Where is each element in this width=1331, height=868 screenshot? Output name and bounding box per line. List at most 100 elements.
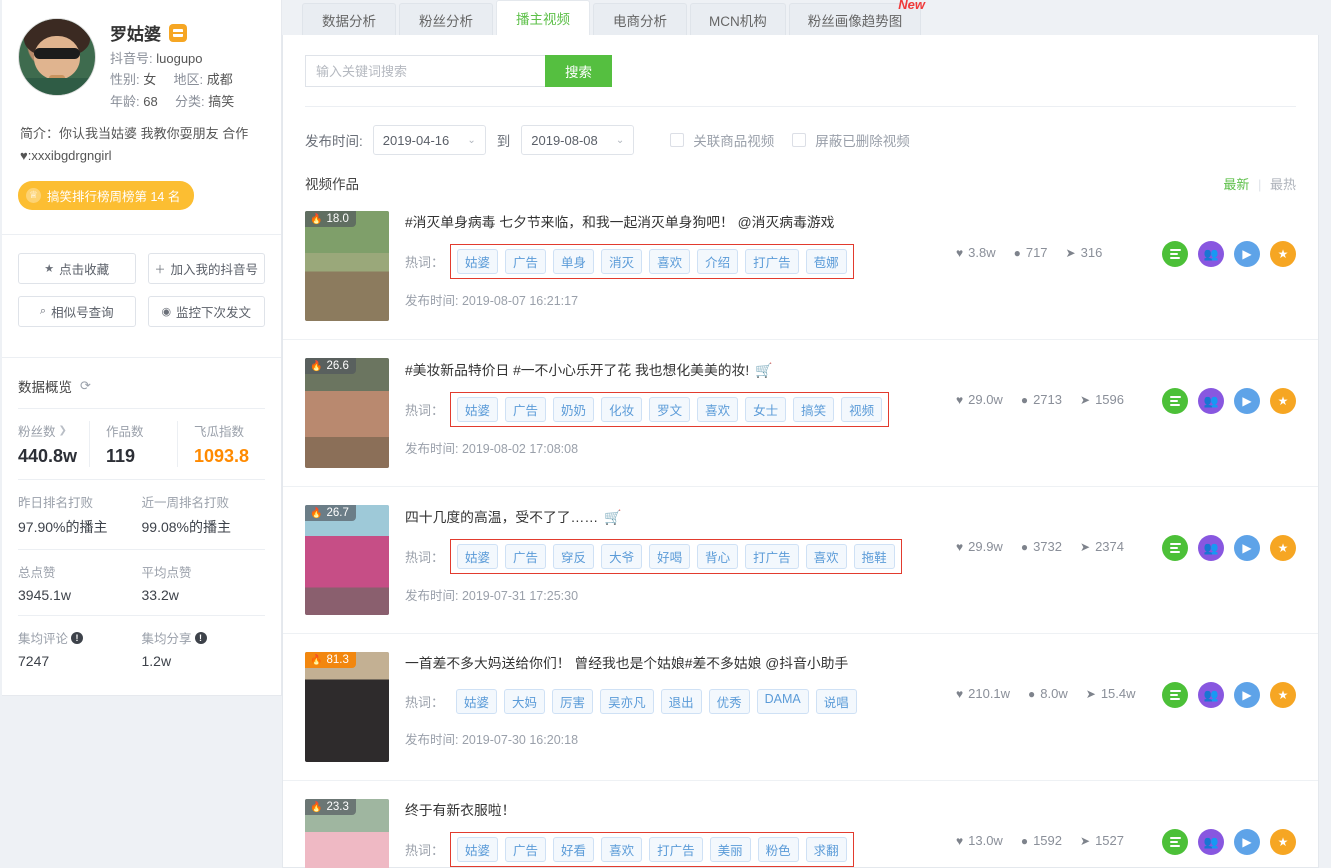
keyword-tag[interactable]: 奶奶 xyxy=(553,396,595,422)
keyword-tag[interactable]: 单身 xyxy=(553,248,595,274)
keyword-tag[interactable]: 喜欢 xyxy=(649,248,691,274)
keyword-tag[interactable]: 背心 xyxy=(697,543,739,569)
stat-total-likes-value: 3945.1w xyxy=(18,587,71,604)
keyword-line: 热词： 姑婆 广告 单身 消灭 喜欢 介绍 打广告 苞娜 xyxy=(405,243,956,279)
video-title[interactable]: 四十几度的高温，受不了了…… 🛒 xyxy=(405,507,956,529)
keyword-tag[interactable]: 优秀 xyxy=(708,688,750,714)
keyword-tag[interactable]: 喜欢 xyxy=(601,836,643,862)
info-icon[interactable]: ! xyxy=(71,631,84,644)
keyword-tag[interactable]: 厉害 xyxy=(552,688,594,714)
similar-account-button[interactable]: ⌕ 相似号查询 xyxy=(18,296,136,328)
fans-icon[interactable]: 👥 xyxy=(1198,535,1224,561)
keyword-tag[interactable]: 姑婆 xyxy=(457,396,499,422)
play-icon[interactable]: ▶ xyxy=(1234,829,1260,855)
keyword-tag[interactable]: 打广告 xyxy=(745,248,799,274)
tab-data-analysis[interactable]: 数据分析 xyxy=(302,3,396,35)
keyword-tag[interactable]: 喜欢 xyxy=(805,543,847,569)
transcript-icon[interactable] xyxy=(1162,388,1188,414)
search-input[interactable] xyxy=(305,55,545,87)
search-button[interactable]: 搜索 xyxy=(545,55,612,87)
play-icon[interactable]: ▶ xyxy=(1234,682,1260,708)
video-title[interactable]: #消灭单身病毒 七夕节来临，和我一起消灭单身狗吧！ @消灭病毒游戏 xyxy=(405,213,956,234)
checkbox-linked-product-videos[interactable]: 关联商品视频 xyxy=(670,130,774,150)
favorite-icon[interactable]: ★ xyxy=(1270,535,1296,561)
video-title[interactable]: 终于有新衣服啦！ xyxy=(405,801,956,822)
transcript-icon[interactable] xyxy=(1162,682,1188,708)
keyword-tag[interactable]: 视频 xyxy=(841,396,883,422)
video-thumbnail[interactable]: 🔥 23.3 xyxy=(305,799,389,868)
stat-fans[interactable]: 粉丝数 ❯ 440.8w xyxy=(18,421,89,467)
keyword-tag[interactable]: 打广告 xyxy=(649,836,703,862)
keyword-tag[interactable]: 广告 xyxy=(505,248,547,274)
video-thumbnail[interactable]: 🔥 18.0 xyxy=(305,211,389,321)
keyword-tag[interactable]: 姑婆 xyxy=(457,248,499,274)
date-to-dropdown[interactable]: 2019-08-08 ⌄ xyxy=(521,125,635,155)
region-label: 地区: xyxy=(173,72,204,88)
play-icon[interactable]: ▶ xyxy=(1234,535,1260,561)
keyword-tag[interactable]: 搞笑 xyxy=(793,396,835,422)
keyword-tag[interactable]: 说唱 xyxy=(815,688,857,714)
video-thumbnail[interactable]: 🔥 26.6 xyxy=(305,358,389,468)
checkbox-box[interactable] xyxy=(792,133,807,147)
favorite-icon[interactable]: ★ xyxy=(1270,682,1296,708)
keyword-tag[interactable]: 广告 xyxy=(505,836,547,862)
collect-button[interactable]: ★ 点击收藏 xyxy=(18,253,136,285)
keyword-tag[interactable]: 广告 xyxy=(505,543,547,569)
keyword-tag[interactable]: 苞娜 xyxy=(805,248,847,274)
keyword-tag[interactable]: 姑婆 xyxy=(456,688,498,714)
keyword-tag[interactable]: 姑婆 xyxy=(457,836,499,862)
checkbox-box[interactable] xyxy=(670,133,685,147)
keyword-tag[interactable]: 大爷 xyxy=(601,543,643,569)
shopping-cart-icon[interactable]: 🛒 xyxy=(755,362,772,378)
video-thumbnail[interactable]: 🔥 26.7 xyxy=(305,505,389,615)
date-from-dropdown[interactable]: 2019-04-16 ⌄ xyxy=(372,125,486,155)
keyword-tag[interactable]: 姑婆 xyxy=(457,543,499,569)
monitor-post-button[interactable]: ◉ 监控下次发文 xyxy=(147,296,265,328)
refresh-icon[interactable]: ⟳ xyxy=(80,378,91,394)
tab-fans-analysis[interactable]: 粉丝分析 xyxy=(399,3,493,35)
keyword-tag[interactable]: 好看 xyxy=(553,836,595,862)
sort-hottest[interactable]: 最热 xyxy=(1270,177,1296,192)
keyword-tag[interactable]: 打广告 xyxy=(745,543,799,569)
fans-icon[interactable]: 👥 xyxy=(1198,829,1224,855)
tab-mcn[interactable]: MCN机构 xyxy=(690,3,786,35)
keyword-tag[interactable]: 好喝 xyxy=(649,543,691,569)
tab-ecommerce-analysis[interactable]: 电商分析 xyxy=(593,3,687,35)
favorite-icon[interactable]: ★ xyxy=(1270,829,1296,855)
keyword-tag[interactable]: 美丽 xyxy=(709,836,751,862)
play-icon[interactable]: ▶ xyxy=(1234,388,1260,414)
transcript-icon[interactable] xyxy=(1162,241,1188,267)
video-title[interactable]: 一首差不多大妈送给你们！ 曾经我也是个姑娘#差不多姑娘 @抖音小助手 xyxy=(405,654,956,675)
keyword-tag[interactable]: 拖鞋 xyxy=(853,543,895,569)
favorite-icon[interactable]: ★ xyxy=(1270,241,1296,267)
shopping-cart-icon[interactable]: 🛒 xyxy=(604,509,621,525)
video-title[interactable]: #美妆新品特价日 #一不小心乐开了花 我也想化美美的妆! 🛒 xyxy=(405,360,956,382)
fans-icon[interactable]: 👥 xyxy=(1198,388,1224,414)
transcript-icon[interactable] xyxy=(1162,535,1188,561)
video-thumbnail[interactable]: 🔥 81.3 xyxy=(305,652,389,762)
info-icon[interactable]: ! xyxy=(194,631,207,644)
keyword-tag[interactable]: 大妈 xyxy=(504,688,546,714)
fans-icon[interactable]: 👥 xyxy=(1198,241,1224,267)
add-account-button[interactable]: ＋ 加入我的抖音号 xyxy=(147,253,265,285)
keyword-tag[interactable]: 化妆 xyxy=(601,396,643,422)
keyword-tag[interactable]: 吴亦凡 xyxy=(600,688,654,714)
keyword-tag[interactable]: 女士 xyxy=(745,396,787,422)
keyword-tag[interactable]: 介绍 xyxy=(697,248,739,274)
keyword-tag[interactable]: 粉色 xyxy=(757,836,799,862)
keyword-tag[interactable]: 退出 xyxy=(660,688,702,714)
keyword-tag[interactable]: 穿反 xyxy=(553,543,595,569)
keyword-tag[interactable]: 罗文 xyxy=(649,396,691,422)
play-icon[interactable]: ▶ xyxy=(1234,241,1260,267)
keyword-tag[interactable]: 广告 xyxy=(505,396,547,422)
keyword-tag[interactable]: DAMA xyxy=(756,688,809,714)
checkbox-hide-deleted-videos[interactable]: 屏蔽已删除视频 xyxy=(792,130,910,150)
tab-host-videos[interactable]: 播主视频 xyxy=(496,0,590,35)
transcript-icon[interactable] xyxy=(1162,829,1188,855)
keyword-tag[interactable]: 喜欢 xyxy=(697,396,739,422)
keyword-tag[interactable]: 求翻 xyxy=(805,836,847,862)
fans-icon[interactable]: 👥 xyxy=(1198,682,1224,708)
keyword-tag[interactable]: 消灭 xyxy=(601,248,643,274)
favorite-icon[interactable]: ★ xyxy=(1270,388,1296,414)
sort-newest[interactable]: 最新 xyxy=(1223,177,1249,192)
